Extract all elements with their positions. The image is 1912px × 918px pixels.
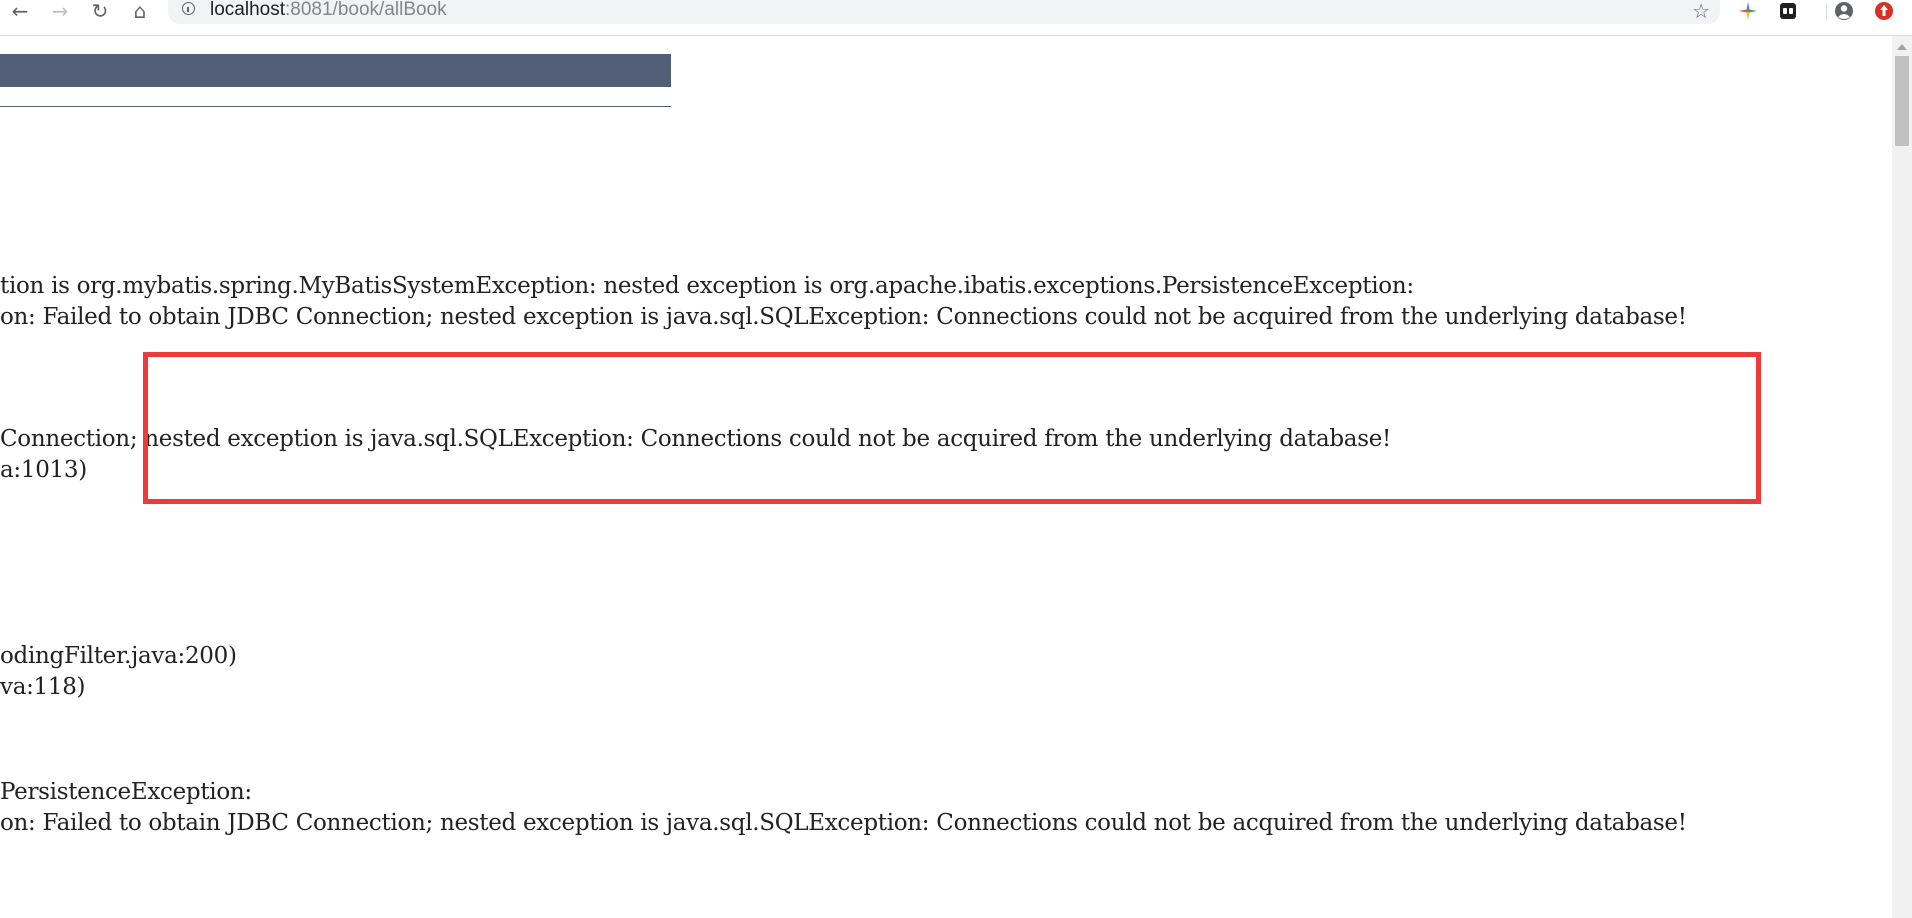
home-icon[interactable]: ⌂ (126, 0, 154, 24)
stack-trace-line: PersistenceException: (0, 779, 252, 805)
stack-trace-line: on: Failed to obtain JDBC Connection; ne… (0, 304, 1687, 330)
info-icon[interactable] (182, 2, 195, 15)
url-path: :8081/book/allBook (285, 0, 447, 20)
stack-trace-line: odingFilter.java:200) (0, 643, 237, 669)
scrollbar-thumb[interactable] (1895, 56, 1909, 146)
reload-icon[interactable]: ↻ (86, 0, 114, 24)
header-divider (0, 106, 671, 107)
stack-trace-line: a:1013) (0, 457, 87, 483)
scroll-up-arrow-icon[interactable] (1897, 44, 1907, 50)
highlight-annotation-box (143, 352, 1761, 504)
url-host: localhost (210, 0, 285, 20)
address-bar[interactable]: localhost:8081/book/allBook ☆ (168, 0, 1720, 24)
arrow-left-icon[interactable]: ← (6, 0, 34, 24)
error-header-bar (0, 54, 671, 87)
toolbar-divider (1826, 4, 1827, 20)
update-icon[interactable] (1874, 1, 1894, 21)
stack-trace-line: va:118) (0, 674, 86, 700)
stack-trace-line: on: Failed to obtain JDBC Connection; ne… (0, 810, 1687, 836)
extension-icon[interactable] (1778, 1, 1798, 21)
vertical-scrollbar[interactable] (1892, 36, 1912, 918)
stack-trace-line: tion is org.mybatis.spring.MyBatisSystem… (0, 273, 1414, 299)
browser-toolbar: ← → ↻ ⌂ localhost:8081/book/allBook ☆ (0, 0, 1912, 36)
url-text[interactable]: localhost:8081/book/allBook (210, 0, 447, 21)
profile-icon[interactable] (1834, 1, 1854, 21)
extension-icon[interactable] (1738, 1, 1758, 21)
arrow-right-icon[interactable]: → (46, 0, 74, 24)
star-icon[interactable]: ☆ (1692, 0, 1710, 22)
